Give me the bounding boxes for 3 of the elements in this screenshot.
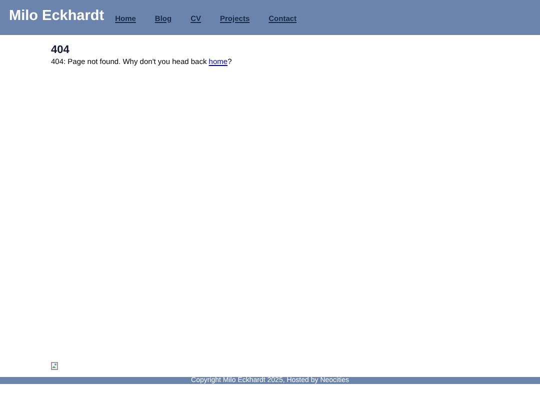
- site-title: Milo Eckhardt: [9, 8, 104, 24]
- page-heading: 404: [51, 44, 70, 56]
- broken-image-icon: [51, 362, 58, 370]
